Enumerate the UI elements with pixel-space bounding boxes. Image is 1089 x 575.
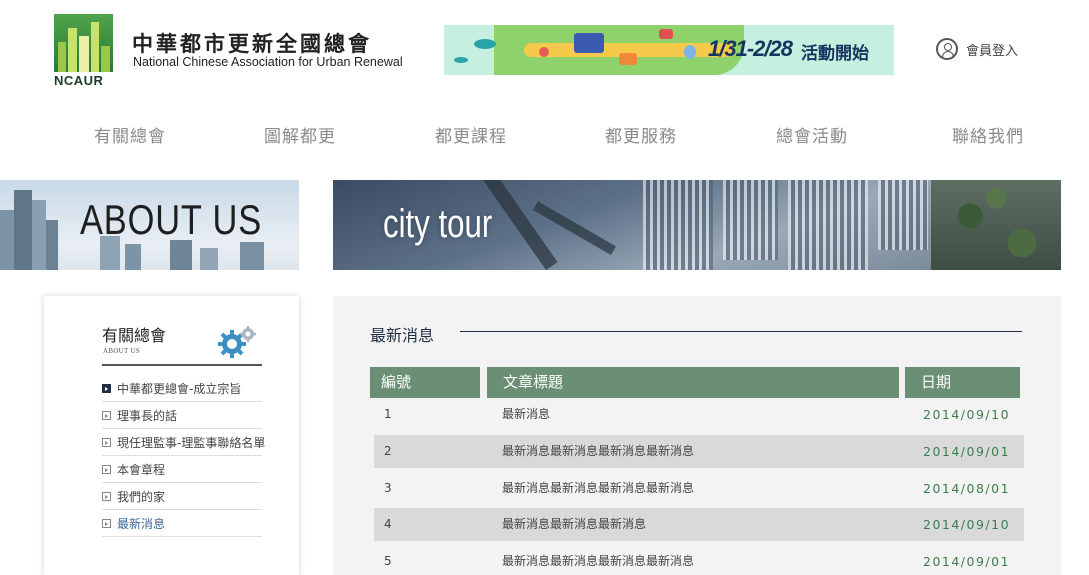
column-header-number: 編號 — [370, 367, 480, 398]
sidebar-item-home[interactable]: 我們的家 — [102, 483, 262, 510]
row-number: 5 — [384, 554, 392, 568]
ncaur-logo[interactable]: NCAUR — [54, 14, 114, 88]
city-tour-banner: city tour — [333, 180, 1061, 270]
about-hero-banner: ABOUT US — [0, 180, 299, 270]
table-row[interactable]: 5 最新消息最新消息最新消息最新消息 2014/09/01 — [374, 545, 1024, 575]
sidebar-item-label: 中華都更總會-成立宗旨 — [117, 381, 242, 396]
row-title[interactable]: 最新消息最新消息最新消息最新消息 — [502, 472, 694, 505]
section-divider — [460, 331, 1022, 332]
nav-item-about[interactable]: 有關總會 — [94, 122, 166, 147]
row-date: 2014/09/10 — [923, 517, 1011, 532]
sidebar-divider — [102, 364, 262, 366]
logo-text: NCAUR — [54, 73, 104, 88]
column-header-title: 文章標題 — [487, 367, 899, 398]
sidebar-item-purpose[interactable]: 中華都更總會-成立宗旨 — [102, 375, 262, 402]
nav-item-illustrated[interactable]: 圖解都更 — [264, 122, 336, 147]
main-nav: 有關總會 圖解都更 都更課程 都更服務 總會活動 聯絡我們 — [0, 122, 1089, 148]
row-title[interactable]: 最新消息最新消息最新消息 — [502, 508, 646, 541]
arrow-bullet-icon — [102, 410, 111, 420]
table-row[interactable]: 2 最新消息最新消息最新消息最新消息 2014/09/01 — [374, 435, 1024, 468]
gears-icon — [218, 326, 256, 358]
promo-date: 1/31-2/28 — [708, 36, 793, 61]
column-header-date: 日期 — [905, 367, 1020, 398]
main-content: 最新消息 編號 文章標題 日期 1 最新消息 2014/09/10 2 最新消息… — [333, 296, 1061, 575]
row-date: 2014/09/01 — [923, 554, 1011, 569]
sidebar-item-news[interactable]: 最新消息 — [102, 510, 262, 537]
table-row[interactable]: 1 最新消息 2014/09/10 — [374, 398, 1024, 431]
member-login-link[interactable]: 會員登入 — [936, 38, 1018, 60]
row-title[interactable]: 最新消息 — [502, 398, 550, 431]
member-login-label: 會員登入 — [966, 43, 1019, 59]
promo-text: 活動開始 — [801, 44, 869, 64]
nav-item-contact[interactable]: 聯絡我們 — [952, 122, 1024, 147]
arrow-bullet-icon — [102, 437, 111, 447]
row-number: 4 — [384, 517, 392, 531]
logo-emblem — [54, 14, 113, 72]
sidebar-item-directors[interactable]: 現任理監事-理監事聯絡名單 — [102, 429, 266, 456]
sidebar-item-label: 現任理監事-理監事聯絡名單 — [117, 435, 266, 450]
sidebar-subtitle: ABOUT US — [103, 347, 141, 355]
sidebar-item-chairman[interactable]: 理事長的話 — [102, 402, 262, 429]
nav-item-services[interactable]: 都更服務 — [605, 122, 677, 147]
arrow-bullet-icon — [102, 383, 111, 393]
sidebar-item-label: 本會章程 — [117, 462, 166, 477]
arrow-bullet-icon — [102, 491, 111, 501]
sidebar-item-label: 最新消息 — [117, 516, 166, 531]
row-number: 1 — [384, 407, 392, 421]
table-row[interactable]: 4 最新消息最新消息最新消息 2014/09/10 — [374, 508, 1024, 541]
promo-banner[interactable]: 1/31-2/28 活動開始 — [444, 25, 894, 75]
row-date: 2014/09/01 — [923, 444, 1011, 459]
sidebar-item-label: 理事長的話 — [117, 408, 178, 423]
city-tour-title: city tour — [383, 202, 493, 246]
section-title: 最新消息 — [370, 326, 435, 345]
arrow-bullet-icon — [102, 518, 111, 528]
org-name-english: National Chinese Association for Urban R… — [133, 55, 403, 69]
sidebar-title: 有關總會 — [102, 326, 167, 345]
sidebar-menu: 中華都更總會-成立宗旨 理事長的話 現任理監事-理監事聯絡名單 本會章程 我們的… — [102, 375, 266, 537]
nav-item-events[interactable]: 總會活動 — [776, 122, 848, 147]
sidebar-item-label: 我們的家 — [117, 489, 166, 504]
sidebar: 有關總會 ABOUT US 中華都更總會-成立宗旨 理事長的話 現任理監事-理監… — [44, 296, 299, 575]
row-number: 2 — [384, 444, 392, 458]
about-us-title: ABOUT US — [80, 196, 262, 243]
row-number: 3 — [384, 481, 392, 495]
row-title[interactable]: 最新消息最新消息最新消息最新消息 — [502, 435, 694, 468]
row-date: 2014/08/01 — [923, 481, 1011, 496]
sidebar-item-charter[interactable]: 本會章程 — [102, 456, 262, 483]
user-icon — [936, 38, 958, 60]
nav-item-courses[interactable]: 都更課程 — [435, 122, 507, 147]
arrow-bullet-icon — [102, 464, 111, 474]
row-title[interactable]: 最新消息最新消息最新消息最新消息 — [502, 545, 694, 575]
org-name-chinese: 中華都市更新全國總會 — [132, 32, 372, 56]
table-row[interactable]: 3 最新消息最新消息最新消息最新消息 2014/08/01 — [374, 472, 1024, 505]
row-date: 2014/09/10 — [923, 407, 1011, 422]
